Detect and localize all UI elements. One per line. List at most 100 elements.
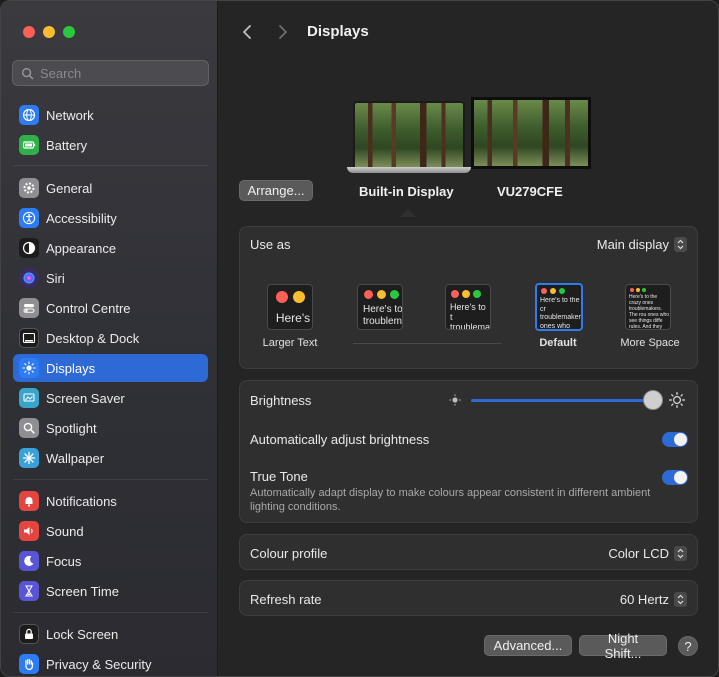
sidebar-item-displays[interactable]: Displays [13, 354, 208, 382]
siri-icon [19, 268, 39, 288]
sidebar-item-accessibility[interactable]: Accessibility [13, 204, 208, 232]
sidebar-item-battery[interactable]: Battery [13, 131, 208, 159]
resolution-sample-text: Here's to t troublema ones who [450, 302, 490, 330]
battery-icon [19, 135, 39, 155]
sidebar-item-label: Lock Screen [46, 626, 119, 642]
wallpaper-preview [355, 103, 463, 167]
hourglass-icon [19, 581, 39, 601]
brightness-slider-knob[interactable] [643, 390, 663, 410]
resolution-preview: Here's [267, 284, 313, 330]
sidebar-item-appearance[interactable]: Appearance [13, 234, 208, 262]
sidebar-item-spotlight[interactable]: Spotlight [13, 414, 208, 442]
sidebar-item-network[interactable]: Network [13, 101, 208, 129]
external-display-label[interactable]: VU279CFE [497, 184, 563, 199]
resolution-option-2[interactable]: Here's to troublem [345, 284, 415, 344]
advanced-button[interactable]: Advanced... [484, 635, 572, 656]
use-as-card: Use as Main display Here's Larger Text H… [239, 226, 698, 369]
colour-profile-label: Colour profile [250, 545, 328, 561]
dock-icon [19, 328, 39, 348]
sidebar-item-wallpaper[interactable]: Wallpaper [13, 444, 208, 472]
flower-icon [19, 448, 39, 468]
close-window-button[interactable] [23, 26, 35, 38]
resolution-option-3[interactable]: Here's to t troublema ones who [435, 284, 505, 344]
brightness-slider[interactable] [471, 399, 658, 402]
true-tone-toggle[interactable] [662, 470, 688, 485]
sun-bright-icon [668, 391, 686, 409]
zoom-window-button[interactable] [63, 26, 75, 38]
chevron-up-down-icon [674, 545, 687, 561]
back-button[interactable] [237, 21, 257, 43]
refresh-rate-card: Refresh rate 60 Hertz [239, 580, 698, 616]
colour-profile-row: Colour profile Color LCD [240, 535, 699, 571]
toolbar: Displays [219, 1, 718, 61]
sidebar-item-screen-time[interactable]: Screen Time [13, 577, 208, 605]
sidebar-item-label: Privacy & Security [46, 656, 152, 672]
sidebar-item-privacy-security[interactable]: Privacy & Security [13, 650, 208, 676]
magnifier-icon [19, 418, 39, 438]
control-centre-icon [19, 298, 39, 318]
bell-icon [19, 491, 39, 511]
help-button[interactable]: ? [678, 636, 698, 656]
use-as-value: Main display [596, 236, 669, 252]
sidebar-item-notifications[interactable]: Notifications [13, 487, 208, 515]
sidebar-divider [13, 612, 208, 613]
sidebar-item-label: Spotlight [46, 420, 97, 436]
sidebar-item-label: General [46, 180, 93, 196]
sidebar-item-siri[interactable]: Siri [13, 264, 208, 292]
colour-profile-popup[interactable]: Color LCD [608, 545, 687, 561]
forward-button[interactable] [273, 21, 293, 43]
main-pane: Displays Arrange... Built-in Display VU2… [219, 1, 718, 676]
resolution-option-more-space[interactable]: Here's to the crazy ones troublemakers. … [610, 284, 690, 364]
resolution-preview: Here's to the crazy ones troublemakers. … [625, 284, 671, 330]
resolution-preview: Here's to troublem [357, 284, 403, 330]
sidebar-item-screen-saver[interactable]: Screen Saver [13, 384, 208, 412]
wallpaper-preview [474, 100, 588, 166]
use-as-label: Use as [250, 236, 291, 252]
resolution-option-default[interactable]: Here's to the cr troublemakers. ones who… [523, 283, 593, 364]
sidebar-item-sound[interactable]: Sound [13, 517, 208, 545]
minimize-window-button[interactable] [43, 26, 55, 38]
sun-dim-icon [449, 394, 461, 406]
resolution-label: More Space [620, 337, 680, 349]
resolution-sample-text: Here's [275, 311, 311, 325]
use-as-popup[interactable]: Main display [596, 236, 687, 252]
sidebar-item-focus[interactable]: Focus [13, 547, 208, 575]
brightness-card: Brightness Automatically adjust brightne… [239, 380, 698, 523]
sidebar: Network Battery General Accessibility Ap… [1, 1, 218, 676]
auto-brightness-row: Automatically adjust brightness [240, 427, 699, 451]
refresh-rate-label: Refresh rate [250, 591, 322, 607]
screen-saver-icon [19, 388, 39, 408]
page-title: Displays [307, 23, 369, 40]
appearance-icon [19, 238, 39, 258]
refresh-rate-row: Refresh rate 60 Hertz [240, 581, 699, 617]
resolution-sample-text: Here's to troublem [363, 304, 403, 327]
search-input[interactable] [40, 65, 200, 81]
search-field[interactable] [12, 60, 209, 86]
sidebar-item-label: Control Centre [46, 300, 131, 316]
auto-brightness-toggle[interactable] [662, 432, 688, 447]
refresh-rate-value: 60 Hertz [619, 591, 669, 607]
resolution-sample-text: Here's to the crazy ones troublemakers. … [629, 294, 670, 329]
chevron-right-icon [279, 25, 288, 39]
sidebar-item-control-centre[interactable]: Control Centre [13, 294, 208, 322]
night-shift-button[interactable]: Night Shift... [579, 631, 667, 661]
resolution-scale-line [353, 343, 501, 344]
resolution-label: Default [539, 337, 577, 349]
sun-icon [19, 358, 39, 378]
sidebar-item-label: Notifications [46, 493, 117, 509]
sidebar-item-label: Displays [46, 360, 96, 376]
resolution-preview: Here's to the cr troublemakers. ones who… [535, 283, 583, 331]
built-in-display-label[interactable]: Built-in Display [359, 184, 454, 199]
moon-icon [19, 551, 39, 571]
arrange-button[interactable]: Arrange... [239, 180, 313, 201]
sidebar-item-desktop-dock[interactable]: Desktop & Dock [13, 324, 208, 352]
resolution-option-larger-text[interactable]: Here's Larger Text [250, 284, 330, 364]
sidebar-item-label: Siri [46, 270, 65, 286]
sidebar-item-general[interactable]: General [13, 174, 208, 202]
refresh-rate-popup[interactable]: 60 Hertz [619, 591, 687, 607]
chevron-left-icon [242, 25, 251, 39]
sidebar-item-lock-screen[interactable]: Lock Screen [13, 620, 208, 648]
chevron-up-down-icon [674, 591, 687, 607]
search-icon [21, 67, 34, 79]
colour-profile-value: Color LCD [608, 545, 669, 561]
